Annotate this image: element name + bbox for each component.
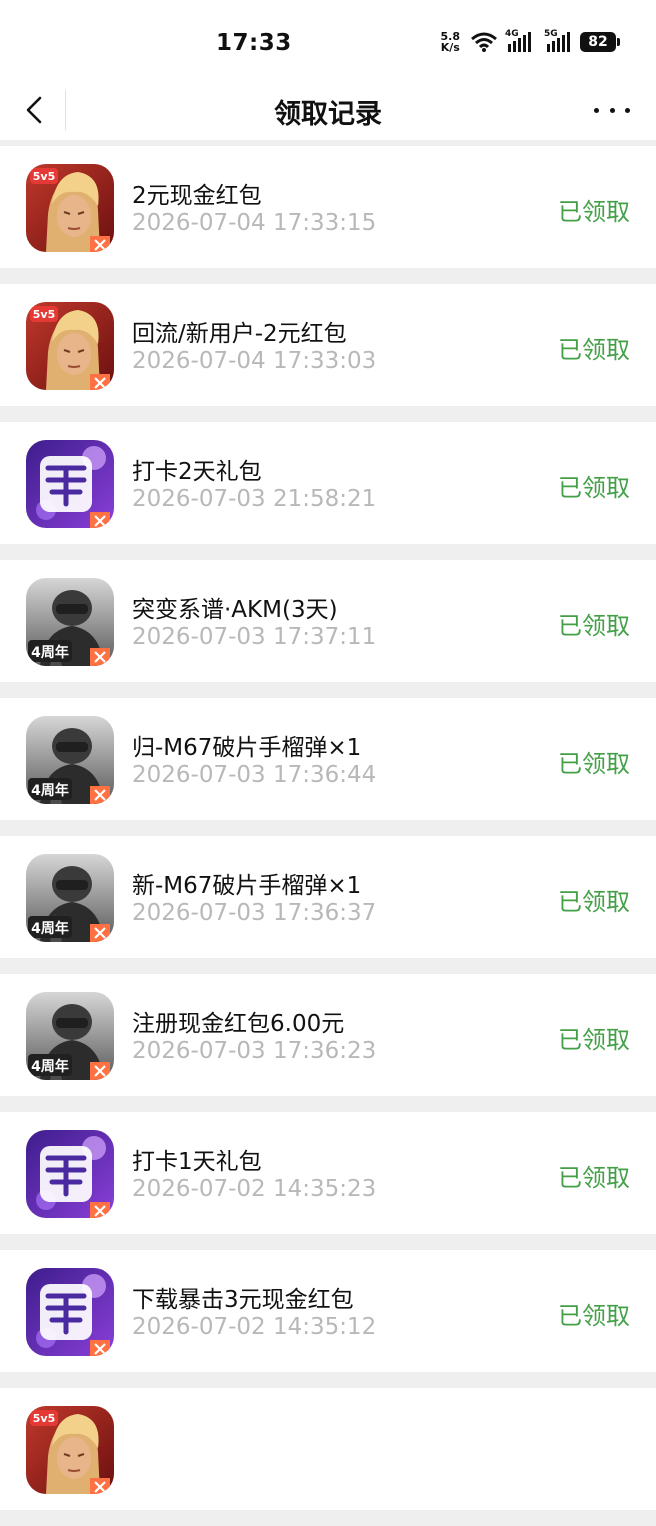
record-item[interactable]: 4周年 突变系谱·AKM(3天) 2026-07-03 17:37:11 已领取 [0, 560, 656, 682]
pubg-game-icon: 4周年 [26, 716, 114, 804]
record-item[interactable]: 打卡1天礼包 2026-07-02 14:35:23 已领取 [0, 1112, 656, 1234]
record-title: 回流/新用户-2元红包 [132, 321, 347, 347]
record-title: 2元现金红包 [132, 183, 262, 209]
more-dot-icon [625, 107, 630, 113]
signal-sim2-icon: 5G [544, 29, 570, 52]
record-status: 已领取 [558, 888, 630, 916]
hok-game-icon: 5v5 [26, 302, 114, 390]
record-timestamp: 2026-07-03 17:36:44 [132, 762, 377, 788]
record-item[interactable]: 4周年 注册现金红包6.00元 2026-07-03 17:36:23 已领取 [0, 974, 656, 1096]
svg-text:4周年: 4周年 [31, 1058, 69, 1075]
hok-game-icon: 5v5 [26, 164, 114, 252]
more-dot-icon [609, 107, 615, 113]
record-timestamp: 2026-07-03 17:36:37 [132, 900, 377, 926]
hok-game-icon: 5v5 [26, 1406, 114, 1494]
svg-text:5v5: 5v5 [33, 1412, 55, 1425]
record-title: 归-M67破片手榴弹×1 [132, 735, 362, 761]
pubg-game-icon: 4周年 [26, 854, 114, 942]
nav-bar: 领取记录 [0, 80, 656, 140]
record-title: 打卡1天礼包 [132, 1149, 262, 1175]
record-timestamp: 2026-07-03 17:37:11 [132, 624, 377, 650]
svg-text:5v5: 5v5 [33, 170, 55, 183]
dance-game-icon [26, 1268, 114, 1356]
record-status: 已领取 [558, 612, 630, 640]
record-item[interactable]: 5v5 2元现金红包 2026-07-04 17:33:15 已领取 [0, 146, 656, 268]
record-timestamp: 2026-07-04 17:33:15 [132, 210, 377, 236]
svg-text:4周年: 4周年 [31, 644, 69, 661]
dance-game-icon [26, 1130, 114, 1218]
record-timestamp: 2026-07-03 17:36:23 [132, 1038, 377, 1064]
record-title: 打卡2天礼包 [132, 459, 262, 485]
page-title: 领取记录 [274, 99, 382, 130]
svg-text:5v5: 5v5 [33, 308, 55, 321]
record-item[interactable]: 下载暴击3元现金红包 2026-07-02 14:35:12 已领取 [0, 1250, 656, 1372]
status-indicators: 5.8 K/s 4G 5G 82 [440, 29, 620, 54]
network-speed: 5.8 K/s [440, 30, 461, 54]
record-item[interactable]: 5v5 回流/新用户-2元红包 2026-07-04 17:33:03 已领取 [0, 284, 656, 406]
record-timestamp: 2026-07-02 14:35:12 [132, 1314, 377, 1340]
more-dot-icon [594, 107, 599, 113]
record-status: 已领取 [558, 1164, 630, 1192]
wifi-icon [471, 32, 497, 52]
svg-text:4周年: 4周年 [31, 920, 69, 937]
record-title: 新-M67破片手榴弹×1 [132, 873, 362, 899]
record-status: 已领取 [558, 474, 630, 502]
svg-text:4周年: 4周年 [31, 782, 69, 799]
record-status: 已领取 [558, 198, 630, 226]
pubg-game-icon: 4周年 [26, 992, 114, 1080]
status-bar: 17:33 5.8 K/s 4G 5G 82 [0, 0, 656, 80]
more-options-button[interactable] [594, 95, 630, 125]
pubg-game-icon: 4周年 [26, 578, 114, 666]
status-time: 17:33 [216, 30, 292, 56]
dance-game-icon [26, 440, 114, 528]
record-timestamp: 2026-07-03 21:58:21 [132, 486, 377, 512]
record-list: 5v5 2元现金红包 2026-07-04 17:33:15 已领取 5v5 回流/… [0, 146, 656, 1526]
record-status: 已领取 [558, 1026, 630, 1054]
record-title: 注册现金红包6.00元 [132, 1011, 345, 1037]
signal-sim1-icon: 4G [505, 29, 531, 52]
record-title: 突变系谱·AKM(3天) [132, 597, 338, 623]
record-item[interactable]: 打卡2天礼包 2026-07-03 21:58:21 已领取 [0, 422, 656, 544]
record-item[interactable]: 4周年 新-M67破片手榴弹×1 2026-07-03 17:36:37 已领取 [0, 836, 656, 958]
record-status: 已领取 [558, 750, 630, 778]
record-timestamp: 2026-07-02 14:35:23 [132, 1176, 377, 1202]
record-item[interactable]: 5v5 [0, 1388, 656, 1510]
record-timestamp: 2026-07-04 17:33:03 [132, 348, 377, 374]
record-title: 下载暴击3元现金红包 [132, 1287, 354, 1313]
record-status: 已领取 [558, 1302, 630, 1330]
battery-icon: 82 [580, 32, 620, 52]
record-item[interactable]: 4周年 归-M67破片手榴弹×1 2026-07-03 17:36:44 已领取 [0, 698, 656, 820]
record-status: 已领取 [558, 336, 630, 364]
